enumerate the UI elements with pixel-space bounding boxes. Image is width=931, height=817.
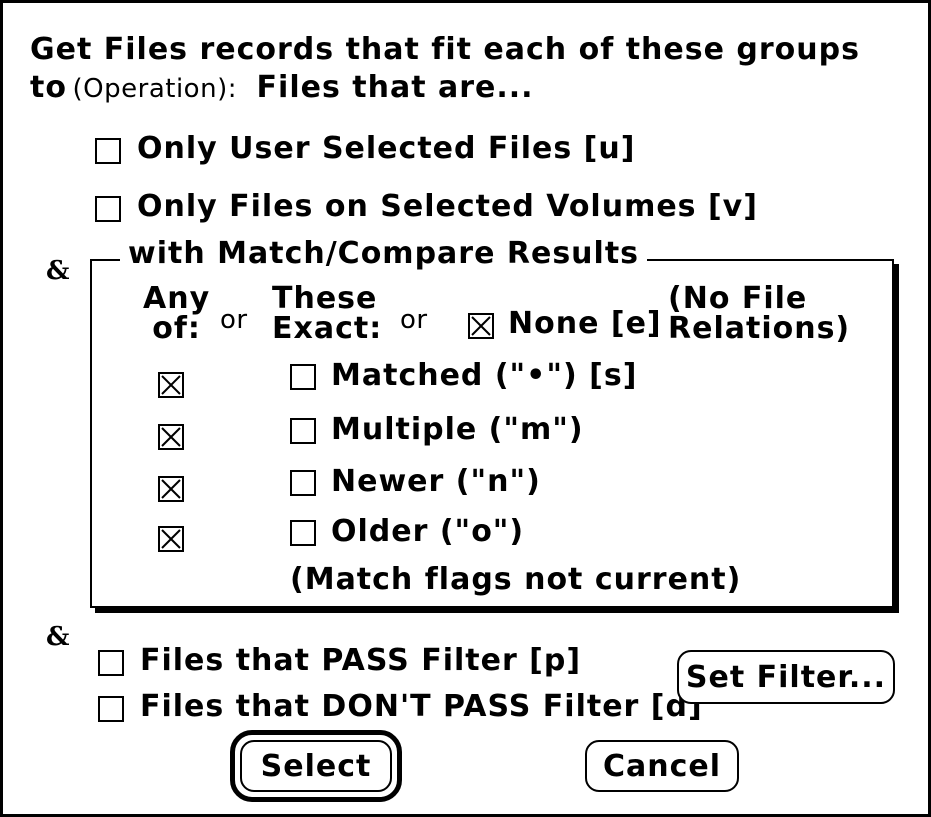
- checkmark-x-icon: [471, 316, 491, 336]
- prompt-to: to: [30, 70, 67, 105]
- multiple-exact-checkbox[interactable]: [290, 418, 316, 444]
- matched-any-checkbox[interactable]: [158, 372, 184, 398]
- none-label[interactable]: None [e]: [508, 306, 662, 342]
- no-file-relations-note: (No File Relations): [668, 284, 850, 344]
- user-selected-checkbox[interactable]: [95, 138, 121, 164]
- any-of-header: Any of:: [143, 284, 210, 344]
- and-operator-2: &: [46, 622, 70, 652]
- pass-filter-label[interactable]: Files that PASS Filter [p]: [140, 643, 581, 679]
- match-results-title: with Match/Compare Results: [120, 236, 648, 272]
- selected-volumes-checkbox[interactable]: [95, 196, 121, 222]
- newer-exact-checkbox[interactable]: [290, 470, 316, 496]
- dialog-prompt-line2: to (Operation): Files that are...: [30, 70, 534, 106]
- cancel-button[interactable]: Cancel: [585, 740, 739, 792]
- multiple-label[interactable]: Multiple ("m"): [331, 412, 584, 448]
- selected-volumes-label[interactable]: Only Files on Selected Volumes [v]: [137, 189, 758, 225]
- no-file-line1: (No File: [668, 281, 808, 316]
- older-exact-checkbox[interactable]: [290, 520, 316, 546]
- newer-label[interactable]: Newer ("n"): [331, 464, 541, 500]
- select-button[interactable]: Select: [240, 740, 392, 792]
- any-of-line2: of:: [152, 311, 201, 346]
- set-filter-button[interactable]: Set Filter...: [677, 650, 895, 704]
- newer-any-checkbox[interactable]: [158, 476, 184, 502]
- any-of-line1: Any: [143, 281, 211, 316]
- pass-filter-checkbox[interactable]: [98, 650, 124, 676]
- older-any-checkbox[interactable]: [158, 526, 184, 552]
- checkmark-x-icon: [161, 529, 181, 549]
- prompt-operation: (Operation):: [72, 74, 237, 104]
- or-label-2: or: [400, 305, 428, 335]
- checkmark-x-icon: [161, 427, 181, 447]
- user-selected-label[interactable]: Only User Selected Files [u]: [137, 131, 635, 167]
- matched-label[interactable]: Matched ("•") [s]: [331, 358, 637, 394]
- no-file-line2: Relations): [668, 311, 851, 346]
- and-operator-1: &: [46, 256, 70, 286]
- or-label-1: or: [220, 305, 248, 335]
- match-flags-note: (Match flags not current): [290, 562, 742, 597]
- these-exact-line1: These: [272, 281, 378, 316]
- checkmark-x-icon: [161, 375, 181, 395]
- dialog-prompt-line1: Get Files records that fit each of these…: [30, 32, 860, 67]
- dont-pass-filter-label[interactable]: Files that DON'T PASS Filter [d]: [140, 689, 703, 725]
- matched-exact-checkbox[interactable]: [290, 364, 316, 390]
- multiple-any-checkbox[interactable]: [158, 424, 184, 450]
- none-checkbox[interactable]: [468, 313, 494, 339]
- older-label[interactable]: Older ("o"): [331, 514, 524, 550]
- these-exact-header: These Exact:: [272, 284, 382, 344]
- these-exact-line2: Exact:: [272, 311, 383, 346]
- prompt-files-that-are: Files that are...: [256, 70, 534, 105]
- checkmark-x-icon: [161, 479, 181, 499]
- dont-pass-filter-checkbox[interactable]: [98, 696, 124, 722]
